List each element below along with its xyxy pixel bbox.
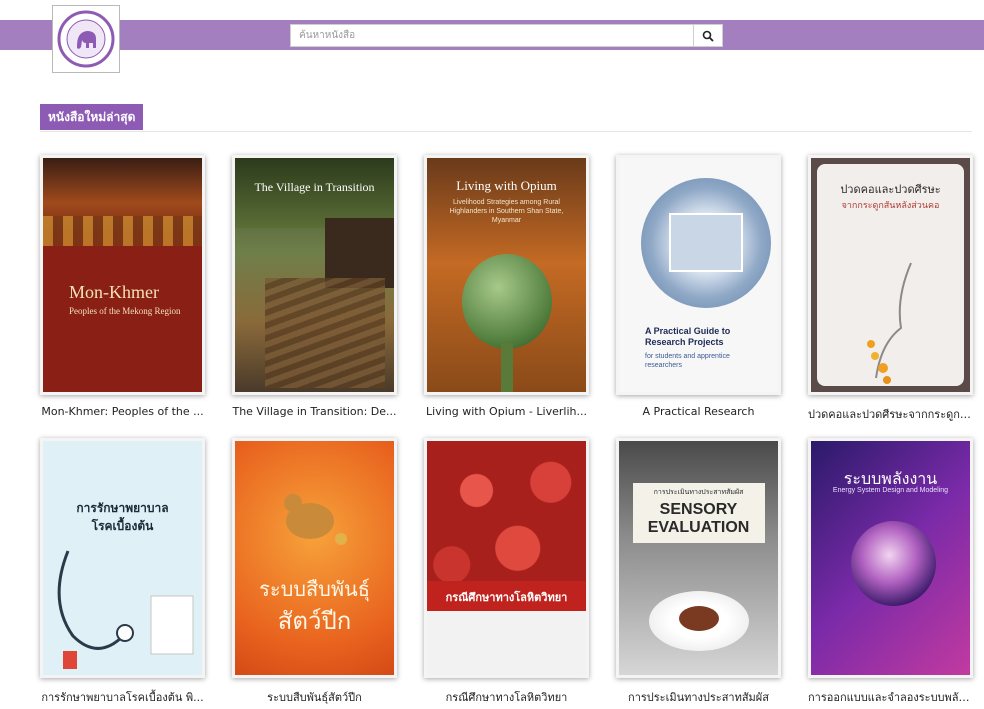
cover-title: กรณีศึกษาทางโลหิตวิทยา [445, 592, 568, 604]
cover-subtitle: สัตว์ปีก [277, 608, 352, 635]
book-cover[interactable]: การประเมินทางประสาทสัมผัส SENSORY EVALUA… [616, 438, 781, 678]
book-title[interactable]: ระบบสืบพันธุ์สัตว์ปีก [232, 688, 397, 706]
cover-title: Mon-Khmer [69, 282, 159, 302]
book-cover[interactable]: The Village in Transition [232, 155, 397, 395]
search-icon [702, 30, 714, 42]
cover-subtitle: โรคเบื้องต้น [91, 519, 154, 533]
cover-subtitle: for students and apprentice researchers [645, 353, 730, 369]
book-cover[interactable]: การรักษาพยาบาล โรคเบื้องต้น [40, 438, 205, 678]
book-card[interactable]: การรักษาพยาบาล โรคเบื้องต้น การรักษาพยาบ… [40, 438, 205, 706]
book-cover[interactable]: A Practical Guide to Research Projects f… [616, 155, 781, 395]
book-cover[interactable]: กรณีศึกษาทางโลหิตวิทยา [424, 438, 589, 678]
book-cover[interactable]: Living with Opium Livelihood Strategies … [424, 155, 589, 395]
book-title[interactable]: กรณีศึกษาทางโลหิตวิทยา [424, 688, 589, 706]
cover-subtitle: Peoples of the Mekong Region [69, 306, 181, 316]
search-bar [290, 24, 723, 47]
cover-title: SENSORY EVALUATION [647, 501, 750, 536]
section-title: หนังสือใหม่ล่าสุด [40, 104, 144, 130]
book-card[interactable]: A Practical Guide to Research Projects f… [616, 155, 781, 418]
book-card[interactable]: Mon-Khmer Peoples of the Mekong Region M… [40, 155, 205, 418]
book-cover[interactable]: Mon-Khmer Peoples of the Mekong Region [40, 155, 205, 395]
book-title[interactable]: The Village in Transition: De... [232, 405, 397, 418]
book-title[interactable]: Mon-Khmer: Peoples of the ... [40, 405, 205, 418]
book-title[interactable]: ปวดคอและปวดศีรษะจากกระดูกสั... [808, 405, 973, 423]
book-card[interactable]: การประเมินทางประสาทสัมผัส SENSORY EVALUA… [616, 438, 781, 706]
book-card[interactable]: ปวดคอและปวดศีรษะ จากกระดูกสันหลังส่วนคอ … [808, 155, 973, 423]
cover-subtitle: จากกระดูกสันหลังส่วนคอ [841, 200, 940, 210]
cover-subtitle: Energy System Design and Modeling [832, 487, 949, 494]
book-title[interactable]: A Practical Research [616, 405, 781, 418]
book-title[interactable]: การประเมินทางประสาทสัมผัส [616, 688, 781, 706]
book-cover[interactable]: ปวดคอและปวดศีรษะ จากกระดูกสันหลังส่วนคอ [808, 155, 973, 395]
book-title[interactable]: การออกแบบและจำลองระบบพลัง... [808, 688, 973, 706]
cover-title: A Practical Guide to Research Projects [645, 326, 731, 347]
elephant-seal-icon [57, 10, 115, 68]
book-card[interactable]: The Village in Transition The Village in… [232, 155, 397, 418]
cover-title: ปวดคอและปวดศีรษะ [840, 184, 941, 196]
book-title[interactable]: Living with Opium - Liverlih... [424, 405, 589, 418]
section-divider [40, 131, 972, 132]
book-card[interactable]: Living with Opium Livelihood Strategies … [424, 155, 589, 418]
book-card[interactable]: ระบบสืบพันธุ์ สัตว์ปีก ระบบสืบพันธุ์สัตว… [232, 438, 397, 706]
cover-title: The Village in Transition [254, 180, 375, 194]
cover-title: Living with Opium [456, 178, 557, 193]
cover-title: การรักษาพยาบาล [76, 501, 169, 515]
book-cover[interactable]: ระบบพลังงาน Energy System Design and Mod… [808, 438, 973, 678]
cover-subtitle: การประเมินทางประสาทสัมผัส [653, 489, 744, 496]
book-card[interactable]: กรณีศึกษาทางโลหิตวิทยา กรณีศึกษาทางโลหิต… [424, 438, 589, 706]
university-logo[interactable] [52, 5, 120, 73]
book-title[interactable]: การรักษาพยาบาลโรคเบื้องต้น พิ... [40, 688, 205, 706]
search-button[interactable] [693, 25, 722, 46]
cover-subtitle: Livelihood Strategies among Rural Highla… [449, 199, 564, 224]
book-cover[interactable]: ระบบสืบพันธุ์ สัตว์ปีก [232, 438, 397, 678]
search-input[interactable] [291, 25, 693, 46]
book-card[interactable]: ระบบพลังงาน Energy System Design and Mod… [808, 438, 973, 706]
